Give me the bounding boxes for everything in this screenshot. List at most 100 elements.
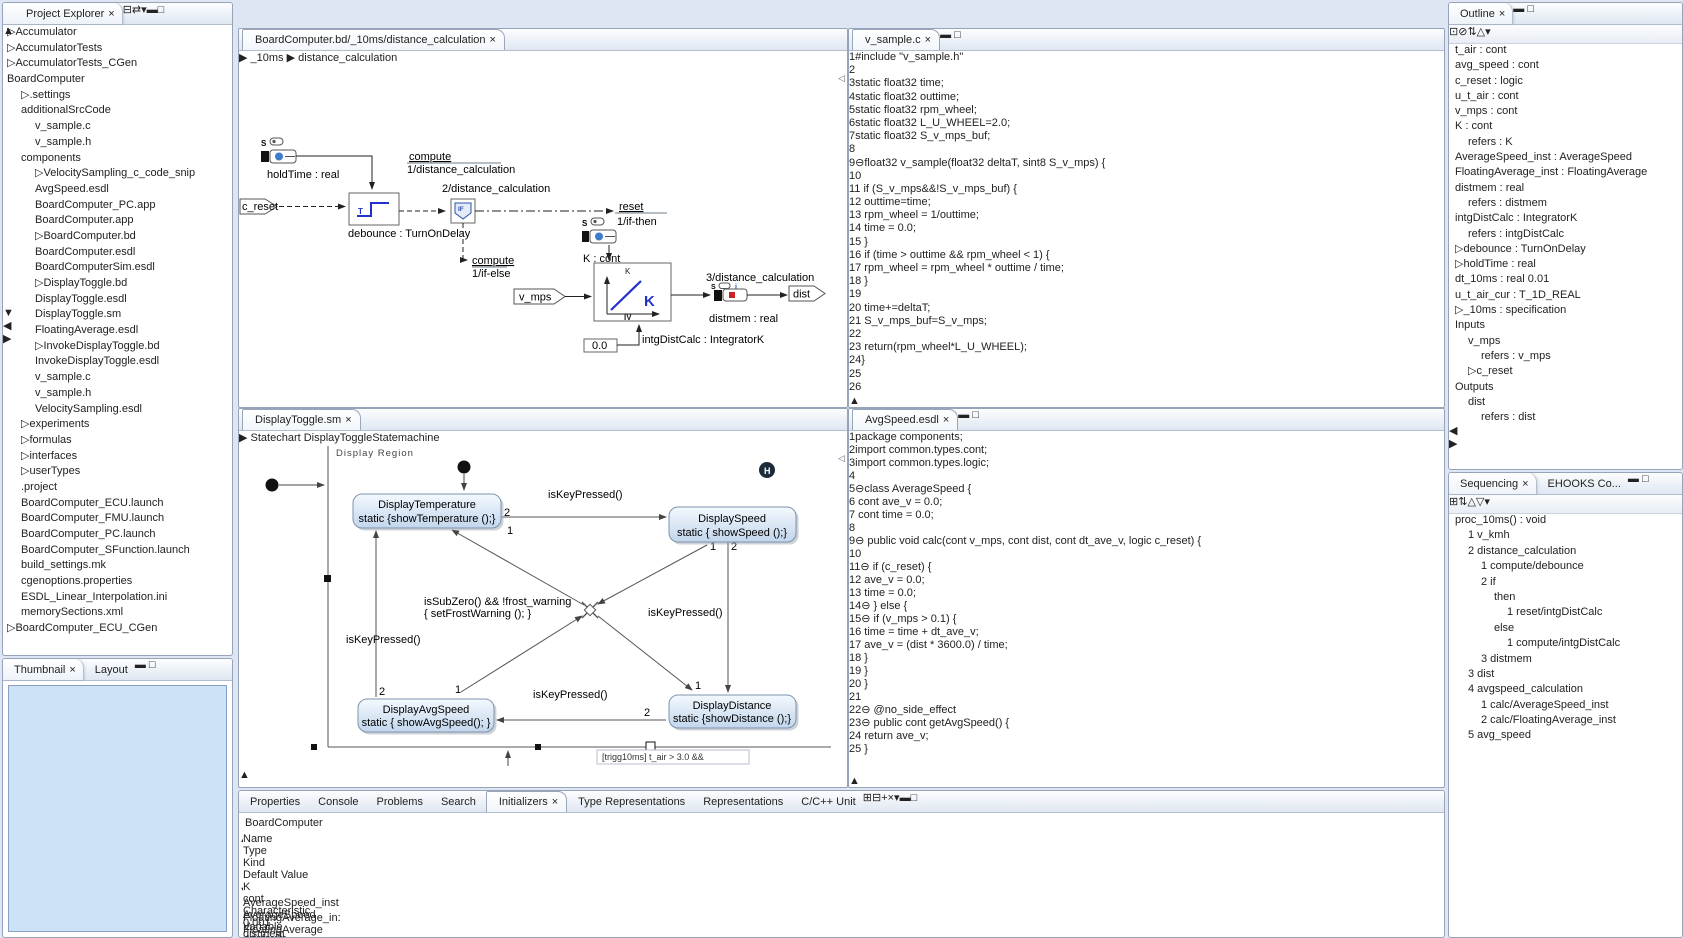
sequencing-item[interactable]: else — [1449, 621, 1669, 636]
esdl-editor-vscrollbar[interactable]: ▲▼ — [849, 775, 1444, 788]
outline-item[interactable]: refers : K — [1449, 135, 1669, 150]
fold-marker[interactable]: ⊖ — [860, 561, 869, 573]
outline-item[interactable]: refers : v_mps — [1449, 349, 1669, 364]
close-icon[interactable]: × — [1499, 8, 1505, 20]
tree-item[interactable]: BoardComputer.esdl — [3, 245, 219, 261]
tree-item[interactable]: v_sample.c — [3, 119, 219, 135]
v-mps-port[interactable]: v_mps — [514, 289, 565, 304]
tree-item[interactable]: ESDL_Linear_Interpolation.ini — [3, 590, 219, 606]
close-icon[interactable]: × — [1522, 478, 1528, 490]
tree-item[interactable]: ▷userTypes — [3, 464, 219, 480]
table-row[interactable]: AverageSpeed_instAverageSpeedVariable<de… — [243, 897, 1430, 913]
maximize-icon[interactable]: □ — [911, 792, 918, 804]
maximize-icon[interactable]: □ — [954, 29, 961, 41]
minimize-icon[interactable]: ▬ — [135, 659, 146, 671]
sequencing-item[interactable]: 1 calc/AverageSpeed_inst — [1449, 698, 1669, 713]
tree-item[interactable]: v_sample.h — [3, 386, 219, 402]
tab-layout[interactable]: Layout — [84, 659, 135, 680]
focus-icon[interactable]: ⊡ — [1449, 26, 1458, 38]
initial-state-region[interactable] — [458, 461, 471, 474]
outline-item[interactable]: ▷c_reset — [1449, 364, 1669, 379]
outline-item[interactable]: avg_speed : cont — [1449, 58, 1669, 73]
tree-item[interactable]: ▷interfaces — [3, 449, 219, 465]
tree-item[interactable]: DisplayToggle.esdl — [3, 292, 219, 308]
table-row[interactable]: distmemrealVariable(0.0) — [243, 928, 1430, 938]
tab-ehooks[interactable]: EHOOKS Co... — [1537, 473, 1628, 494]
outline-item[interactable]: refers : intgDistCalc — [1449, 227, 1669, 242]
sequencing-item[interactable]: 2 calc/FloatingAverage_inst — [1449, 713, 1669, 728]
outline-item[interactable]: distmem : real — [1449, 181, 1669, 196]
tree-item[interactable]: BoardComputer_SFunction.launch — [3, 543, 219, 559]
tab-project-explorer[interactable]: Project Explorer × — [3, 3, 123, 24]
tab-type-representations[interactable]: Type Representations — [567, 791, 692, 812]
tab-representations[interactable]: Representations — [692, 791, 790, 812]
tree-item[interactable]: ▷Accumulator — [3, 25, 219, 41]
tree-item[interactable]: ▷AccumulatorTests_CGen — [3, 56, 219, 72]
outline-item[interactable]: Inputs — [1449, 318, 1669, 333]
up-icon[interactable]: △ — [1477, 26, 1485, 38]
outline-item[interactable]: refers : distmem — [1449, 196, 1669, 211]
state-display-distance[interactable]: DisplayDistance static {showDistance ();… — [669, 695, 799, 731]
sequencing-item[interactable]: proc_10ms() : void — [1449, 513, 1669, 528]
sequencing-item[interactable]: 1 v_kmh — [1449, 528, 1669, 543]
outline-item[interactable]: refers : dist — [1449, 410, 1669, 425]
tab-console[interactable]: Console — [307, 791, 365, 812]
outline-item[interactable]: u_t_air_cur : T_1D_REAL — [1449, 288, 1669, 303]
tree-item[interactable]: BoardComputerSim.esdl — [3, 260, 219, 276]
outline-item[interactable]: intgDistCalc : IntegratorK — [1449, 211, 1669, 226]
reset-annotation[interactable]: reset 1/if-then — [615, 201, 667, 228]
tree-item[interactable]: DisplayToggle.sm — [3, 307, 219, 323]
close-icon[interactable]: × — [490, 34, 496, 46]
bd-diagram-canvas[interactable]: S holdTime : real c_reset — [239, 64, 832, 389]
outline-item[interactable]: ▷debounce : TurnOnDelay — [1449, 242, 1669, 257]
tab-displaytoggle-sm[interactable]: DisplayToggle.sm × — [242, 409, 361, 430]
tree-item[interactable]: v_sample.c — [3, 370, 219, 386]
tab-search[interactable]: Search — [430, 791, 483, 812]
state-display-avgspeed[interactable]: DisplayAvgSpeed static { showAvgSpeed();… — [358, 699, 497, 735]
if-block[interactable]: IF — [451, 199, 475, 223]
outline-item[interactable]: dt_10ms : real 0.01 — [1449, 272, 1669, 287]
tree-item[interactable]: .project — [3, 480, 219, 496]
table-row[interactable]: FloatingAverage_in:FloatingAverageVariab… — [243, 912, 1430, 928]
close-icon[interactable]: × — [925, 34, 931, 46]
view-menu-icon[interactable]: ▾ — [1485, 26, 1491, 38]
fold-marker[interactable]: ⊖ — [855, 157, 864, 169]
sequencing-item[interactable]: 1 compute/debounce — [1449, 559, 1669, 574]
tree-item[interactable]: ▷formulas — [3, 433, 219, 449]
maximize-icon[interactable]: □ — [149, 659, 156, 671]
outline-item[interactable]: K : cont — [1449, 119, 1669, 134]
expand-grid-icon[interactable]: ⊞ — [863, 792, 872, 804]
tab-outline[interactable]: Outline × — [1449, 3, 1513, 24]
tree-item[interactable]: AvgSpeed.esdl — [3, 182, 219, 198]
minimize-icon[interactable]: ▬ — [1628, 473, 1639, 485]
view-menu-icon[interactable]: ▾ — [1484, 496, 1490, 508]
fold-marker[interactable]: ⊖ — [855, 483, 864, 495]
maximize-icon[interactable]: □ — [972, 409, 979, 421]
maximize-icon[interactable]: □ — [1642, 473, 1649, 485]
compute-ifelse-annotation[interactable]: compute 1/if-else — [472, 255, 514, 280]
outline-item[interactable]: AverageSpeed_inst : AverageSpeed — [1449, 150, 1669, 165]
tab-boardcomputer-bd[interactable]: BoardComputer.bd/_10ms/distance_calculat… — [242, 29, 505, 50]
k-element[interactable]: S K : cont — [582, 218, 620, 265]
sequencing-item[interactable]: then — [1449, 590, 1669, 605]
tree-item[interactable]: components — [3, 151, 219, 167]
close-icon[interactable]: × — [108, 8, 114, 20]
tree-item[interactable]: BoardComputer_PC.app — [3, 198, 219, 214]
bd-vscrollbar[interactable] — [239, 389, 847, 408]
collapse-left-icon[interactable]: ◁ — [838, 73, 845, 84]
zero-constant[interactable]: 0.0 — [584, 339, 617, 352]
tree-item[interactable]: ▷AccumulatorTests — [3, 41, 219, 57]
maximize-icon[interactable]: □ — [158, 4, 165, 16]
thumbnail-preview[interactable] — [8, 685, 227, 932]
breadcrumb-expand-icon[interactable]: ▶ — [239, 52, 247, 64]
sort-icon[interactable]: ⇅ — [1467, 26, 1476, 38]
outline-item[interactable]: u_t_air : cont — [1449, 89, 1669, 104]
up-icon[interactable]: △ — [1467, 496, 1475, 508]
tree-item[interactable]: v_sample.h — [3, 135, 219, 151]
esdl-source-editor[interactable]: 1package components;2import common.types… — [849, 431, 1444, 775]
tab-problems[interactable]: Problems — [366, 791, 430, 812]
maximize-icon[interactable]: □ — [1527, 3, 1534, 15]
outline-item[interactable]: v_mps : cont — [1449, 104, 1669, 119]
tree-item[interactable]: VelocitySampling.esdl — [3, 402, 219, 418]
column-header-kind[interactable]: Kind — [243, 857, 367, 869]
